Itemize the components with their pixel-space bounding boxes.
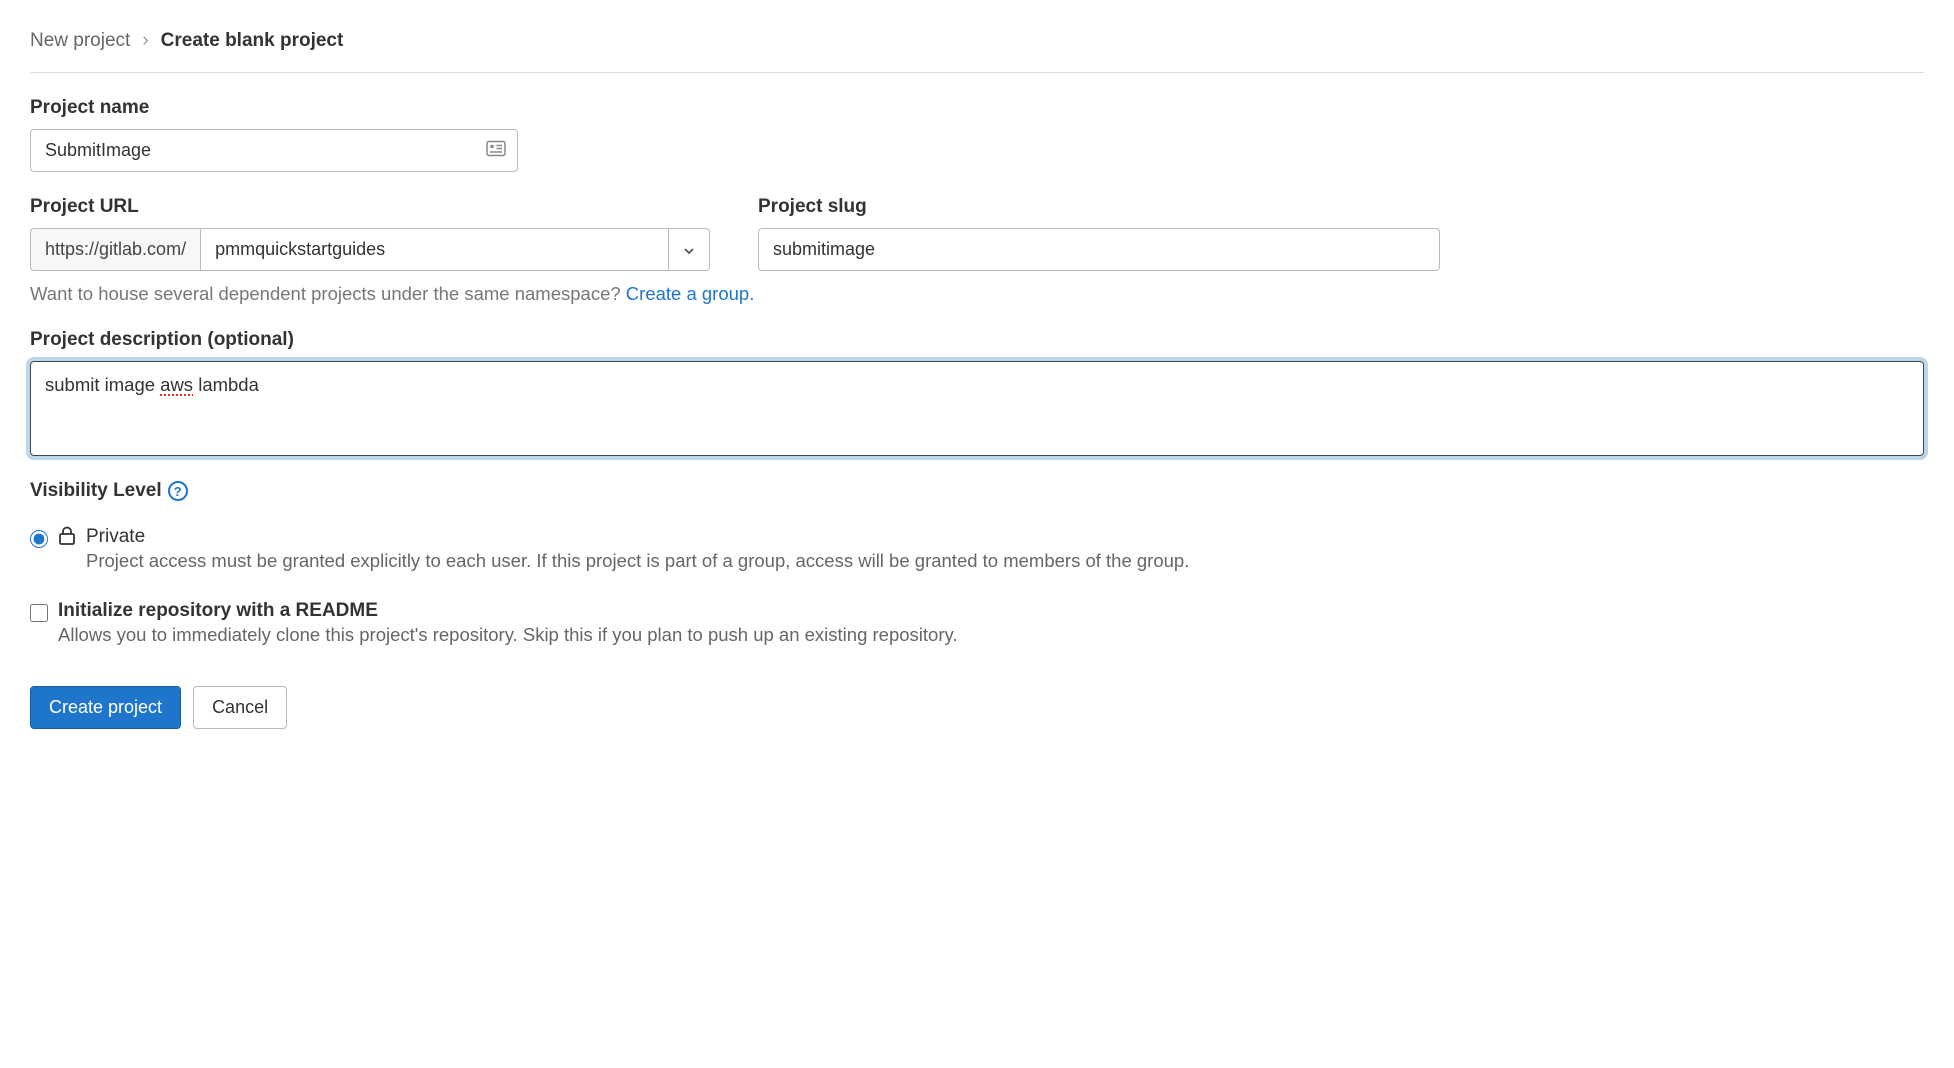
breadcrumb: New project › Create blank project [30, 30, 1924, 73]
breadcrumb-separator: › [142, 30, 148, 52]
project-slug-label: Project slug [758, 196, 1924, 218]
help-icon[interactable]: ? [168, 481, 188, 501]
project-slug-input[interactable] [758, 228, 1440, 271]
description-label: Project description (optional) [30, 329, 1924, 351]
project-url-label: Project URL [30, 196, 710, 218]
card-icon [486, 140, 506, 161]
readme-title: Initialize repository with a README [58, 600, 958, 622]
readme-checkbox[interactable] [30, 604, 48, 622]
description-textarea[interactable]: submit image aws lambda [30, 361, 1924, 456]
visibility-private-row: Private Project access must be granted e… [30, 526, 1924, 572]
create-group-link[interactable]: Create a group. [626, 283, 755, 304]
visibility-label: Visibility Level ? [30, 480, 188, 502]
visibility-private-desc: Project access must be granted explicitl… [86, 550, 1924, 572]
visibility-private-block: Private Project access must be granted e… [86, 526, 1924, 572]
project-name-input[interactable] [30, 129, 518, 172]
group-hint-text: Want to house several dependent projects… [30, 283, 626, 304]
visibility-private-radio[interactable] [30, 530, 48, 548]
readme-desc: Allows you to immediately clone this pro… [58, 624, 958, 646]
project-url-group: https://gitlab.com/ pmmquickstartguides [30, 228, 710, 271]
readme-block: Initialize repository with a README Allo… [58, 600, 958, 646]
url-prefix: https://gitlab.com/ [30, 228, 200, 271]
breadcrumb-current: Create blank project [161, 30, 344, 52]
project-name-wrapper [30, 129, 518, 172]
description-wrapper: submit image aws lambda [30, 361, 1924, 456]
project-name-label: Project name [30, 97, 1924, 119]
chevron-down-icon [683, 239, 695, 260]
lock-icon [58, 526, 76, 546]
cancel-button[interactable]: Cancel [193, 686, 287, 729]
visibility-private-title: Private [86, 526, 1924, 548]
button-row: Create project Cancel [30, 686, 1924, 729]
readme-row: Initialize repository with a README Allo… [30, 600, 1924, 646]
namespace-select[interactable]: pmmquickstartguides [200, 228, 668, 271]
group-hint: Want to house several dependent projects… [30, 283, 1924, 305]
namespace-dropdown-button[interactable] [668, 228, 710, 271]
breadcrumb-parent[interactable]: New project [30, 30, 130, 52]
create-project-button[interactable]: Create project [30, 686, 181, 729]
